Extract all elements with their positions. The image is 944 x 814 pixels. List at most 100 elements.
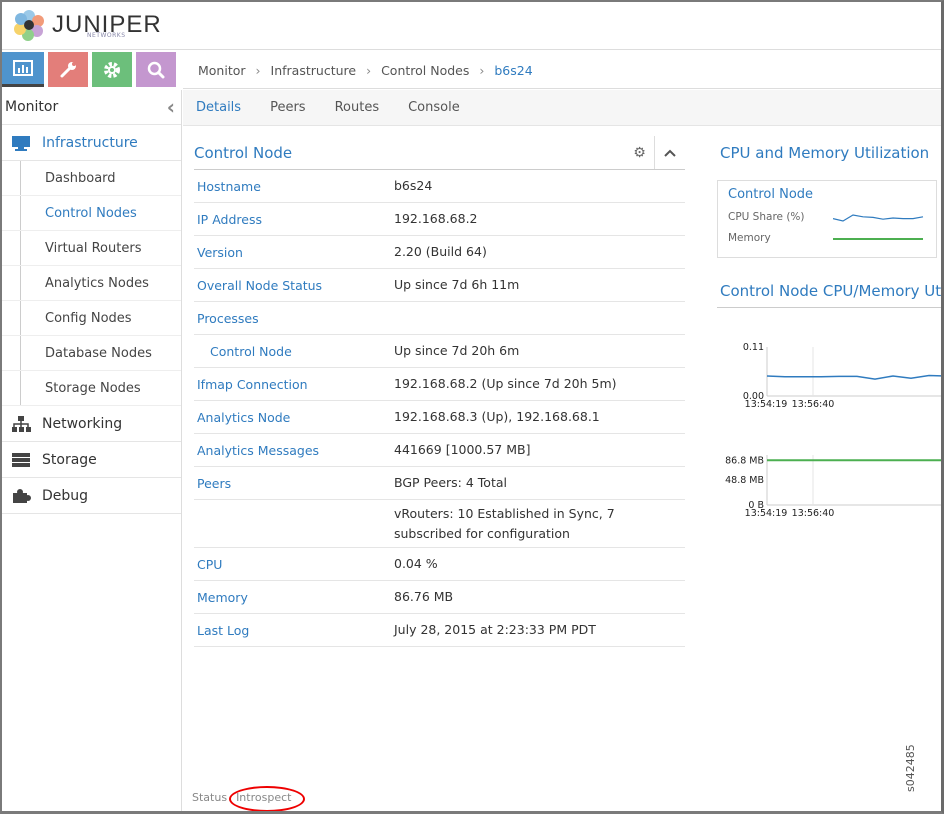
- tab-bar: Details Peers Routes Console: [183, 90, 941, 126]
- breadcrumb: Monitor › Infrastructure › Control Nodes › …: [183, 52, 941, 89]
- detail-value: 192.168.68.2 (Up since 7d 20h 5m): [394, 376, 617, 391]
- tab-peers[interactable]: Peers: [270, 100, 306, 115]
- juniper-flower-icon: [14, 10, 44, 41]
- sidebar-item-dashboard[interactable]: Dashboard: [2, 161, 181, 196]
- panel-header: Control Node ⚙: [194, 136, 685, 170]
- chart-section-title: Control Node CPU/Memory Utilization: [717, 274, 941, 308]
- sidebar-item-storage-nodes[interactable]: Storage Nodes: [2, 371, 181, 406]
- series-line: [766, 374, 941, 380]
- sidebar: Monitor ‹ Infrastructure Dashboard Contro…: [2, 90, 182, 811]
- search-icon: [147, 61, 165, 78]
- sidebar-label: Storage: [42, 451, 97, 468]
- figure-id: s042485: [904, 744, 917, 792]
- cpu-label: CPU Share (%): [728, 210, 805, 223]
- query-button[interactable]: [136, 52, 176, 87]
- breadcrumb-current[interactable]: b6s24: [494, 63, 532, 78]
- sidebar-item-control-nodes[interactable]: Control Nodes: [2, 196, 181, 231]
- detail-key: Control Node: [210, 343, 292, 359]
- panel-title: Control Node: [194, 143, 293, 162]
- monitor-button[interactable]: [2, 52, 44, 87]
- detail-row: Analytics Messages 441669 [1000.57 MB]: [194, 434, 685, 467]
- tab-console[interactable]: Console: [408, 100, 460, 115]
- detail-row: Last Log July 28, 2015 at 2:23:33 PM PDT: [194, 614, 685, 647]
- main-toolbar: [2, 52, 182, 90]
- breadcrumb-item[interactable]: Infrastructure: [271, 63, 357, 78]
- header: JUNIPER NETWORKS: [2, 2, 941, 50]
- details-table: Hostname b6s24 IP Address 192.168.68.2 Versi…: [194, 170, 685, 647]
- detail-value: 86.76 MB: [394, 589, 454, 604]
- sidebar-item-config-nodes[interactable]: Config Nodes: [2, 301, 181, 336]
- sidebar-item-storage[interactable]: Storage: [2, 442, 181, 478]
- sidebar-item-virtual-routers[interactable]: Virtual Routers: [2, 231, 181, 266]
- introspect-link[interactable]: Introspect: [229, 786, 306, 811]
- breadcrumb-item[interactable]: Monitor: [198, 63, 246, 78]
- memory-sparkline: [833, 237, 923, 240]
- tab-routes[interactable]: Routes: [335, 100, 380, 115]
- sidebar-item-debug[interactable]: Debug: [2, 478, 181, 514]
- sparkline-title[interactable]: Control Node: [728, 187, 926, 202]
- detail-row: Hostname b6s24: [194, 170, 685, 203]
- x-tick-label: 13:56:40: [792, 399, 835, 410]
- sidebar-item-database-nodes[interactable]: Database Nodes: [2, 336, 181, 371]
- detail-key: Ifmap Connection: [197, 376, 308, 392]
- detail-value: Up since 7d 6h 11m: [394, 277, 520, 292]
- brand-sub: NETWORKS: [87, 32, 126, 39]
- detail-value: vRouters: 10 Established in Sync, 7 subs…: [394, 505, 615, 541]
- gear-icon: [104, 61, 120, 78]
- status-link[interactable]: Status: [192, 791, 227, 804]
- cpu-sparkline-line: [833, 213, 924, 222]
- chevron-right-icon: ›: [366, 62, 372, 78]
- chevron-right-icon: ›: [255, 62, 261, 78]
- tab-details[interactable]: Details: [196, 100, 241, 115]
- detail-row: Processes: [194, 302, 685, 335]
- sidebar-label: Infrastructure: [42, 134, 138, 151]
- breadcrumb-item[interactable]: Control Nodes: [381, 63, 469, 78]
- sidebar-item-analytics-nodes[interactable]: Analytics Nodes: [2, 266, 181, 301]
- detail-value: 0.04 %: [394, 556, 438, 571]
- detail-key: Hostname: [197, 178, 261, 194]
- detail-row: Memory 86.76 MB: [194, 581, 685, 614]
- detail-key: Processes: [197, 310, 259, 326]
- bar-chart-icon: [13, 60, 33, 76]
- detail-value: BGP Peers: 4 Total: [394, 475, 507, 490]
- y-tick-label: 48.8 MB: [725, 475, 764, 486]
- footer: Status Introspect: [192, 786, 306, 811]
- detail-row: CPU 0.04 %: [194, 548, 685, 581]
- y-tick-label: 0.11: [743, 342, 764, 353]
- detail-row: Control Node Up since 7d 20h 6m: [194, 335, 685, 368]
- chevron-right-icon: ›: [479, 62, 485, 78]
- gear-icon[interactable]: ⚙: [625, 136, 655, 169]
- detail-value: 192.168.68.2: [394, 211, 478, 226]
- cpu-chart: 0.110.0013:54:19 13:56:40: [743, 342, 941, 410]
- sparkline-box: Control Node CPU Share (%) Memory: [717, 180, 937, 258]
- detail-value: 192.168.68.3 (Up), 192.168.68.1: [394, 409, 600, 424]
- memory-chart: 86.8 MB48.8 MB0 B13:54:19 13:56:40: [725, 455, 941, 519]
- network-icon: [12, 415, 31, 432]
- detail-row: Ifmap Connection 192.168.68.2 (Up since 7…: [194, 368, 685, 401]
- detail-row: Peers BGP Peers: 4 Total: [194, 467, 685, 500]
- y-tick-label: 86.8 MB: [725, 455, 764, 466]
- detail-key: Peers: [197, 475, 232, 491]
- chevron-up-icon[interactable]: [655, 136, 685, 169]
- storage-icon: [12, 452, 30, 467]
- detail-key: Version: [197, 244, 243, 260]
- detail-value: Up since 7d 20h 6m: [394, 343, 520, 358]
- juniper-logo: JUNIPER NETWORKS: [12, 8, 162, 42]
- sidebar-label: Debug: [42, 487, 89, 504]
- configure-button[interactable]: [48, 52, 88, 87]
- sidebar-item-networking[interactable]: Networking: [2, 406, 181, 442]
- monitor-icon: [12, 135, 30, 151]
- app-window: JUNIPER NETWORKS Monitor ‹ Infrastructure…: [0, 0, 944, 814]
- control-node-panel: Control Node ⚙ Hostname b6s24 IP Address 19…: [194, 136, 685, 647]
- collapse-chevron-icon[interactable]: ‹: [167, 95, 175, 119]
- detail-key: Memory: [197, 589, 248, 605]
- sidebar-item-infrastructure[interactable]: Infrastructure: [2, 125, 181, 161]
- detail-row: Version 2.20 (Build 64): [194, 236, 685, 269]
- sidebar-title-text: Monitor: [5, 99, 59, 115]
- x-tick-label: 13:54:19: [745, 508, 788, 519]
- detail-value: 2.20 (Build 64): [394, 244, 487, 259]
- detail-key: Analytics Messages: [197, 442, 320, 458]
- detail-key: CPU: [197, 556, 223, 572]
- detail-key: Overall Node Status: [197, 277, 323, 293]
- settings-button[interactable]: [92, 52, 132, 87]
